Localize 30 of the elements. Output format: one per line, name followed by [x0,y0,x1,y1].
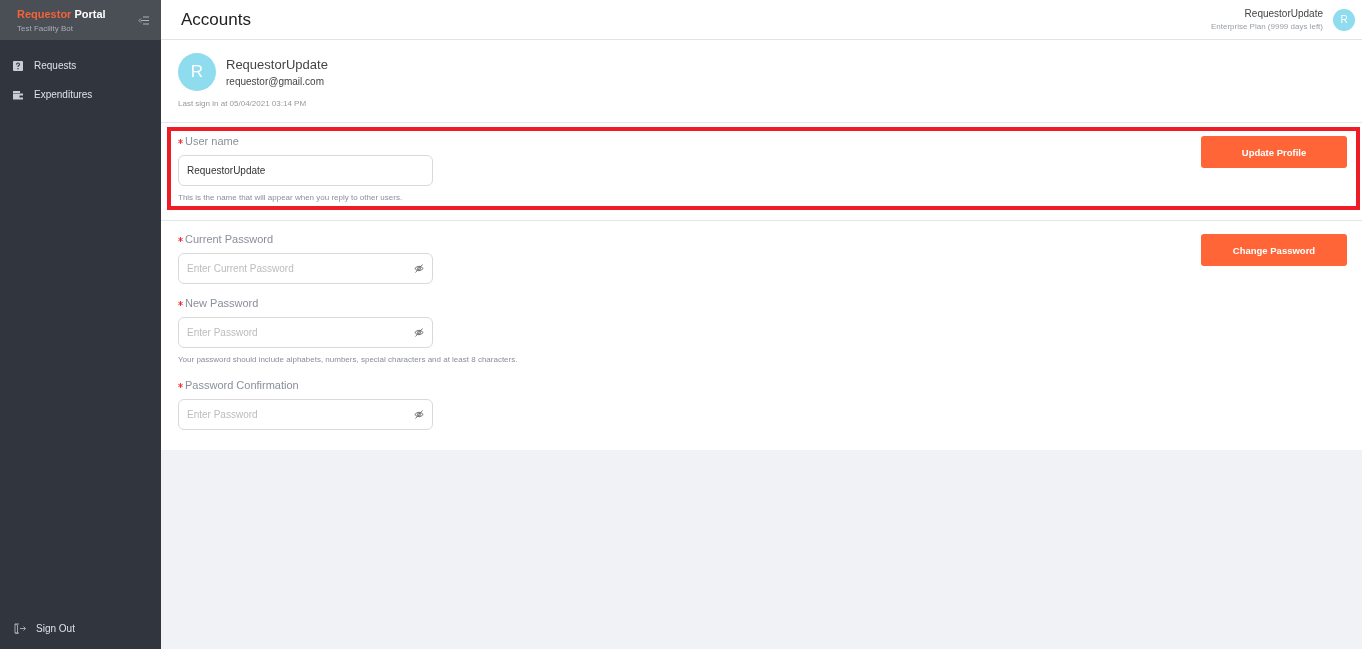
password-input[interactable]: Enter Current Password [178,253,433,284]
text-input[interactable]: RequestorUpdate [178,155,433,186]
plan-status: Enterprise Plan (9999 days left) [1210,22,1323,31]
profile-name: RequestorUpdate [226,57,328,72]
question-icon [13,60,23,71]
field-label: Current Password [185,233,274,245]
brand-suffix: Portal [74,7,106,20]
password-input[interactable]: Enter Password [178,317,433,348]
last-sign-in: Last sign in at 05/04/2021 03:14 PM [178,99,307,108]
field-label: Password Confirmation [185,379,299,391]
eye-off-icon[interactable] [414,410,424,419]
nav-item[interactable]: Requests [0,51,161,80]
brand-subtitle: Test Facility Bot [17,23,74,33]
profile-email: requestor@gmail.com [226,76,325,87]
menu-collapse-icon[interactable] [138,15,149,25]
eye-off-icon[interactable] [414,264,424,273]
profile-avatar: R [178,53,216,91]
eye-off-icon[interactable] [414,328,424,337]
user-name: RequestorUpdate [1243,8,1323,19]
wallet-icon [13,89,23,100]
password-input[interactable]: Enter Password [178,399,433,430]
sign-out-icon [14,623,26,634]
sign-out-link[interactable]: Sign Out [0,614,81,643]
field-label: New Password [185,297,259,309]
brand-name: Requestor [17,7,72,20]
nav-item[interactable]: Expenditures [0,80,161,109]
field-hint: This is the name that will appear when you reply to other users. [178,193,403,202]
page-title: Accounts [181,9,251,30]
field-label: User name [185,135,239,147]
field-hint: Your password should include alphabets, numbers, special characters and at least 8 characters. [178,355,518,364]
